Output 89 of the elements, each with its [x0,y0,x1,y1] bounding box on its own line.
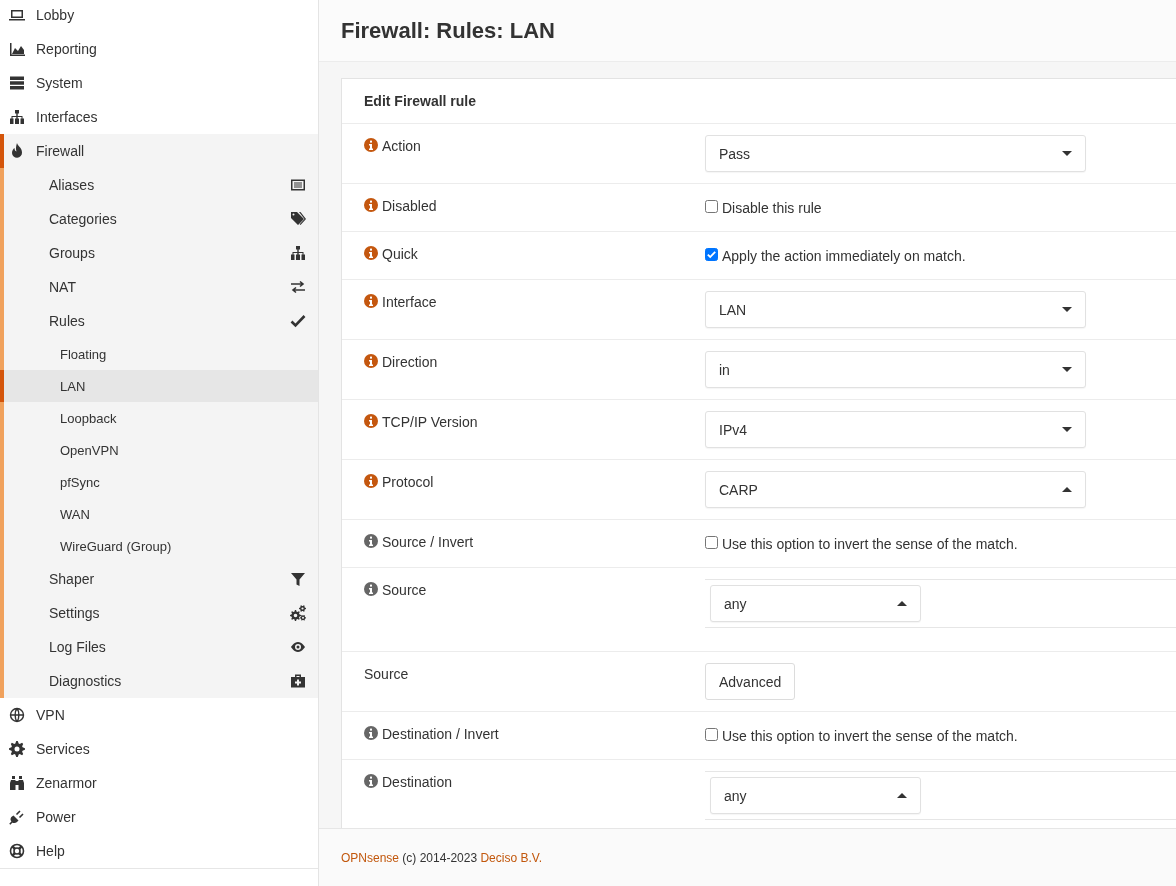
field-label: Protocol [382,473,434,492]
nav-subitem[interactable]: WireGuard (Group) [0,530,318,562]
nav-item[interactable]: System [0,66,318,100]
nav-subitem[interactable]: Rules [0,304,318,338]
check-icon [290,313,306,329]
nav-item[interactable]: Zenarmor [0,766,318,800]
life-ring-icon [9,843,25,859]
field-label: Action [382,137,421,156]
tags-icon [290,211,306,227]
info-icon[interactable] [364,414,378,428]
nav-subitem[interactable]: Groups [0,236,318,270]
info-icon[interactable] [364,138,378,152]
form-title: Edit Firewall rule [363,92,478,111]
server-icon [9,75,25,91]
nav-subitem[interactable]: pfSync [0,466,318,498]
info-icon[interactable] [364,726,378,740]
nav-item[interactable]: Interfaces [0,100,318,134]
plug-icon [9,809,25,825]
checkbox-label: Use this option to invert the sense of the match. [722,727,1018,746]
nav-subitem[interactable]: Settings [0,596,318,630]
checkbox[interactable] [705,728,718,741]
dropdown[interactable]: Pass [705,135,1086,172]
globe-icon [9,707,25,723]
checkbox-label: Use this option to invert the sense of the match. [722,535,1018,554]
eye-icon [290,639,306,655]
gear-icon [9,741,25,757]
nav-subitem[interactable]: Diagnostics [0,664,318,698]
nav-subitem[interactable]: OpenVPN [0,434,318,466]
binoculars-icon [9,775,25,791]
nav-subitem[interactable]: LAN [0,370,318,402]
dropdown[interactable]: in [705,351,1086,388]
nav-subitem[interactable]: Floating [0,338,318,370]
field-label: Source / Invert [382,533,474,552]
info-icon[interactable] [364,534,378,548]
nav-subitem[interactable]: Loopback [0,402,318,434]
field-label: Source [364,665,409,684]
nav-item[interactable]: Power [0,800,318,834]
dropdown[interactable]: any [710,777,921,814]
page-title: Firewall: Rules: LAN [341,17,555,44]
nav-subitem[interactable]: NAT [0,270,318,304]
checkbox-label: Disable this rule [722,199,822,218]
checkbox-label: Apply the action immediately on match. [722,247,966,266]
nav-item[interactable]: Firewall [0,134,318,168]
copyright-text: OPNsense (c) 2014-2023 Deciso B.V. [341,850,542,865]
field-label: Disabled [382,197,437,216]
nav-item[interactable]: Lobby [0,0,318,32]
dropdown[interactable]: CARP [705,471,1086,508]
laptop-icon [9,7,25,23]
info-icon[interactable] [364,294,378,308]
medkit-icon [290,673,306,689]
checkbox[interactable] [705,536,718,549]
field-label: Quick [382,245,418,264]
flame-icon [9,143,25,159]
nav-item[interactable]: Reporting [0,32,318,66]
field-label: Direction [382,353,438,372]
info-icon[interactable] [364,774,378,788]
info-icon[interactable] [364,582,378,596]
field-label: Source [382,581,427,600]
nav-subitem[interactable]: Aliases [0,168,318,202]
company-link[interactable]: Deciso B.V. [480,850,542,865]
sitemap-icon [9,109,25,125]
nav-subitem[interactable]: Categories [0,202,318,236]
brand-link[interactable]: OPNsense [341,850,400,865]
nav-item[interactable]: Services [0,732,318,766]
list-icon [290,177,306,193]
dropdown[interactable]: any [710,585,921,622]
nav-item[interactable]: Help [0,834,318,868]
info-icon[interactable] [364,474,378,488]
field-label: Destination [382,773,453,792]
info-icon[interactable] [364,198,378,212]
nav-subitem[interactable]: WAN [0,498,318,530]
info-icon[interactable] [364,354,378,368]
checkbox[interactable] [705,200,718,213]
field-label: Interface [382,293,437,312]
filter-icon [290,571,306,587]
nav-item[interactable]: VPN [0,698,318,732]
checkbox[interactable] [705,248,718,261]
field-label: Destination / Invert [382,725,499,744]
nav-subitem[interactable]: Log Files [0,630,318,664]
field-label: TCP/IP Version [382,413,478,432]
dropdown[interactable]: LAN [705,291,1086,328]
info-icon[interactable] [364,246,378,260]
nav-subitem[interactable]: Shaper [0,562,318,596]
dropdown[interactable]: IPv4 [705,411,1086,448]
advanced-button[interactable]: Advanced [705,663,796,700]
gears-icon [290,605,306,621]
swap-arrows-icon [290,279,306,295]
area-chart-icon [9,41,25,57]
sitemap-icon [290,245,306,261]
